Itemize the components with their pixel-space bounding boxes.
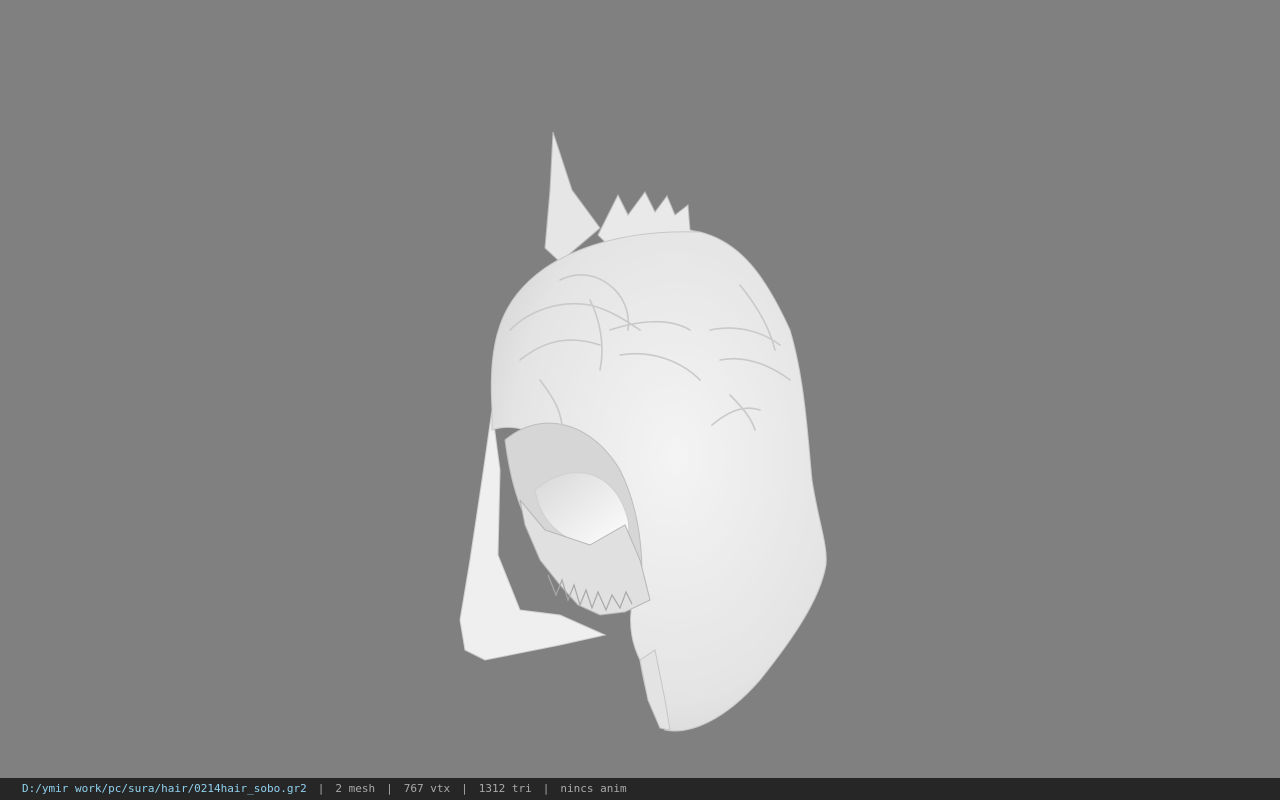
status-separator: | [542,782,550,795]
status-separator: | [461,782,468,795]
status-separator: | [386,782,393,795]
3d-viewport[interactable] [0,0,1280,778]
hooded-helmet-model[interactable] [0,0,1280,778]
vertex-count-text: 767 vtx [403,782,451,795]
status-separator: | [317,782,325,795]
status-bar: D:/ymir work/pc/sura/hair/0214hair_sobo.… [0,778,1280,800]
file-path-text: D:/ymir work/pc/sura/hair/0214hair_sobo.… [22,782,307,795]
horn-spike [544,131,601,263]
mesh-count-text: 2 mesh [335,782,376,795]
triangle-count-text: 1312 tri [478,782,532,795]
animation-status-text: nincs anim [560,782,627,795]
